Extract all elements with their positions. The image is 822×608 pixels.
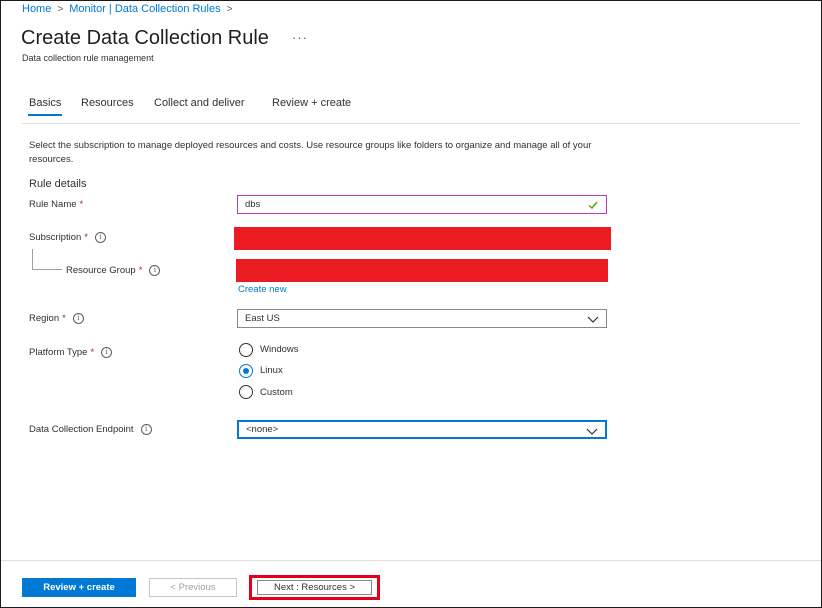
- chevron-down-icon: [586, 428, 598, 435]
- previous-button[interactable]: < Previous: [149, 578, 237, 597]
- description-text: Select the subscription to manage deploy…: [29, 140, 592, 165]
- chevron-down-icon: [587, 316, 599, 323]
- required-marker: *: [84, 232, 88, 243]
- chevron-right-icon: >: [57, 3, 64, 15]
- info-icon[interactable]: i: [101, 347, 113, 358]
- next-resources-button[interactable]: Next : Resources >: [257, 580, 372, 595]
- radio-custom-label: Custom: [260, 387, 293, 398]
- platform-type-label: Platform Type * i: [29, 347, 113, 358]
- next-button-highlight[interactable]: Next : Resources >: [249, 575, 380, 600]
- tab-review-create[interactable]: Review + create: [272, 97, 351, 109]
- required-marker: *: [62, 313, 66, 324]
- more-options-icon[interactable]: ···: [292, 30, 308, 45]
- section-title: Rule details: [29, 178, 87, 190]
- info-icon[interactable]: i: [140, 424, 152, 435]
- breadcrumb: Home > Monitor | Data Collection Rules >: [22, 3, 238, 15]
- endpoint-dropdown[interactable]: <none>: [237, 420, 607, 439]
- footer-divider: [1, 560, 821, 561]
- tab-collect-and-deliver[interactable]: Collect and deliver: [154, 97, 245, 109]
- active-tab-indicator: [28, 114, 62, 116]
- breadcrumb-monitor[interactable]: Monitor | Data Collection Rules: [69, 3, 220, 15]
- region-dropdown[interactable]: East US: [237, 309, 607, 328]
- required-marker: *: [79, 199, 84, 210]
- resource-group-dropdown-redacted[interactable]: [236, 259, 608, 282]
- subscription-label: Subscription * i: [29, 232, 106, 243]
- info-icon[interactable]: i: [94, 232, 106, 243]
- tree-connector: [32, 269, 62, 270]
- breadcrumb-home[interactable]: Home: [22, 3, 51, 15]
- chevron-right-icon: >: [226, 3, 233, 15]
- tab-basics[interactable]: Basics: [29, 97, 61, 109]
- create-new-link[interactable]: Create new: [238, 284, 287, 295]
- rule-name-input[interactable]: dbs: [237, 195, 607, 214]
- rule-name-label: Rule Name *: [29, 199, 84, 210]
- radio-linux-label: Linux: [260, 365, 283, 376]
- radio-windows[interactable]: [239, 343, 253, 357]
- info-icon[interactable]: i: [72, 313, 84, 324]
- radio-custom[interactable]: [239, 385, 253, 399]
- window-frame: [0, 0, 822, 608]
- review-create-button[interactable]: Review + create: [22, 578, 136, 597]
- page-subtitle: Data collection rule management: [22, 53, 154, 63]
- resource-group-label: Resource Group * i: [66, 265, 161, 276]
- subscription-dropdown-redacted[interactable]: [234, 227, 611, 250]
- radio-windows-label: Windows: [260, 344, 299, 355]
- info-icon[interactable]: i: [149, 265, 161, 276]
- tree-connector: [32, 249, 33, 269]
- required-marker: *: [90, 347, 95, 358]
- required-marker: *: [138, 265, 143, 276]
- divider: [22, 123, 800, 124]
- tab-resources[interactable]: Resources: [81, 97, 134, 109]
- page-title: Create Data Collection Rule: [21, 27, 269, 49]
- checkmark-icon: [588, 201, 598, 209]
- endpoint-label: Data Collection Endpoint i: [29, 424, 152, 435]
- radio-linux[interactable]: [239, 364, 253, 378]
- region-label: Region * i: [29, 313, 84, 324]
